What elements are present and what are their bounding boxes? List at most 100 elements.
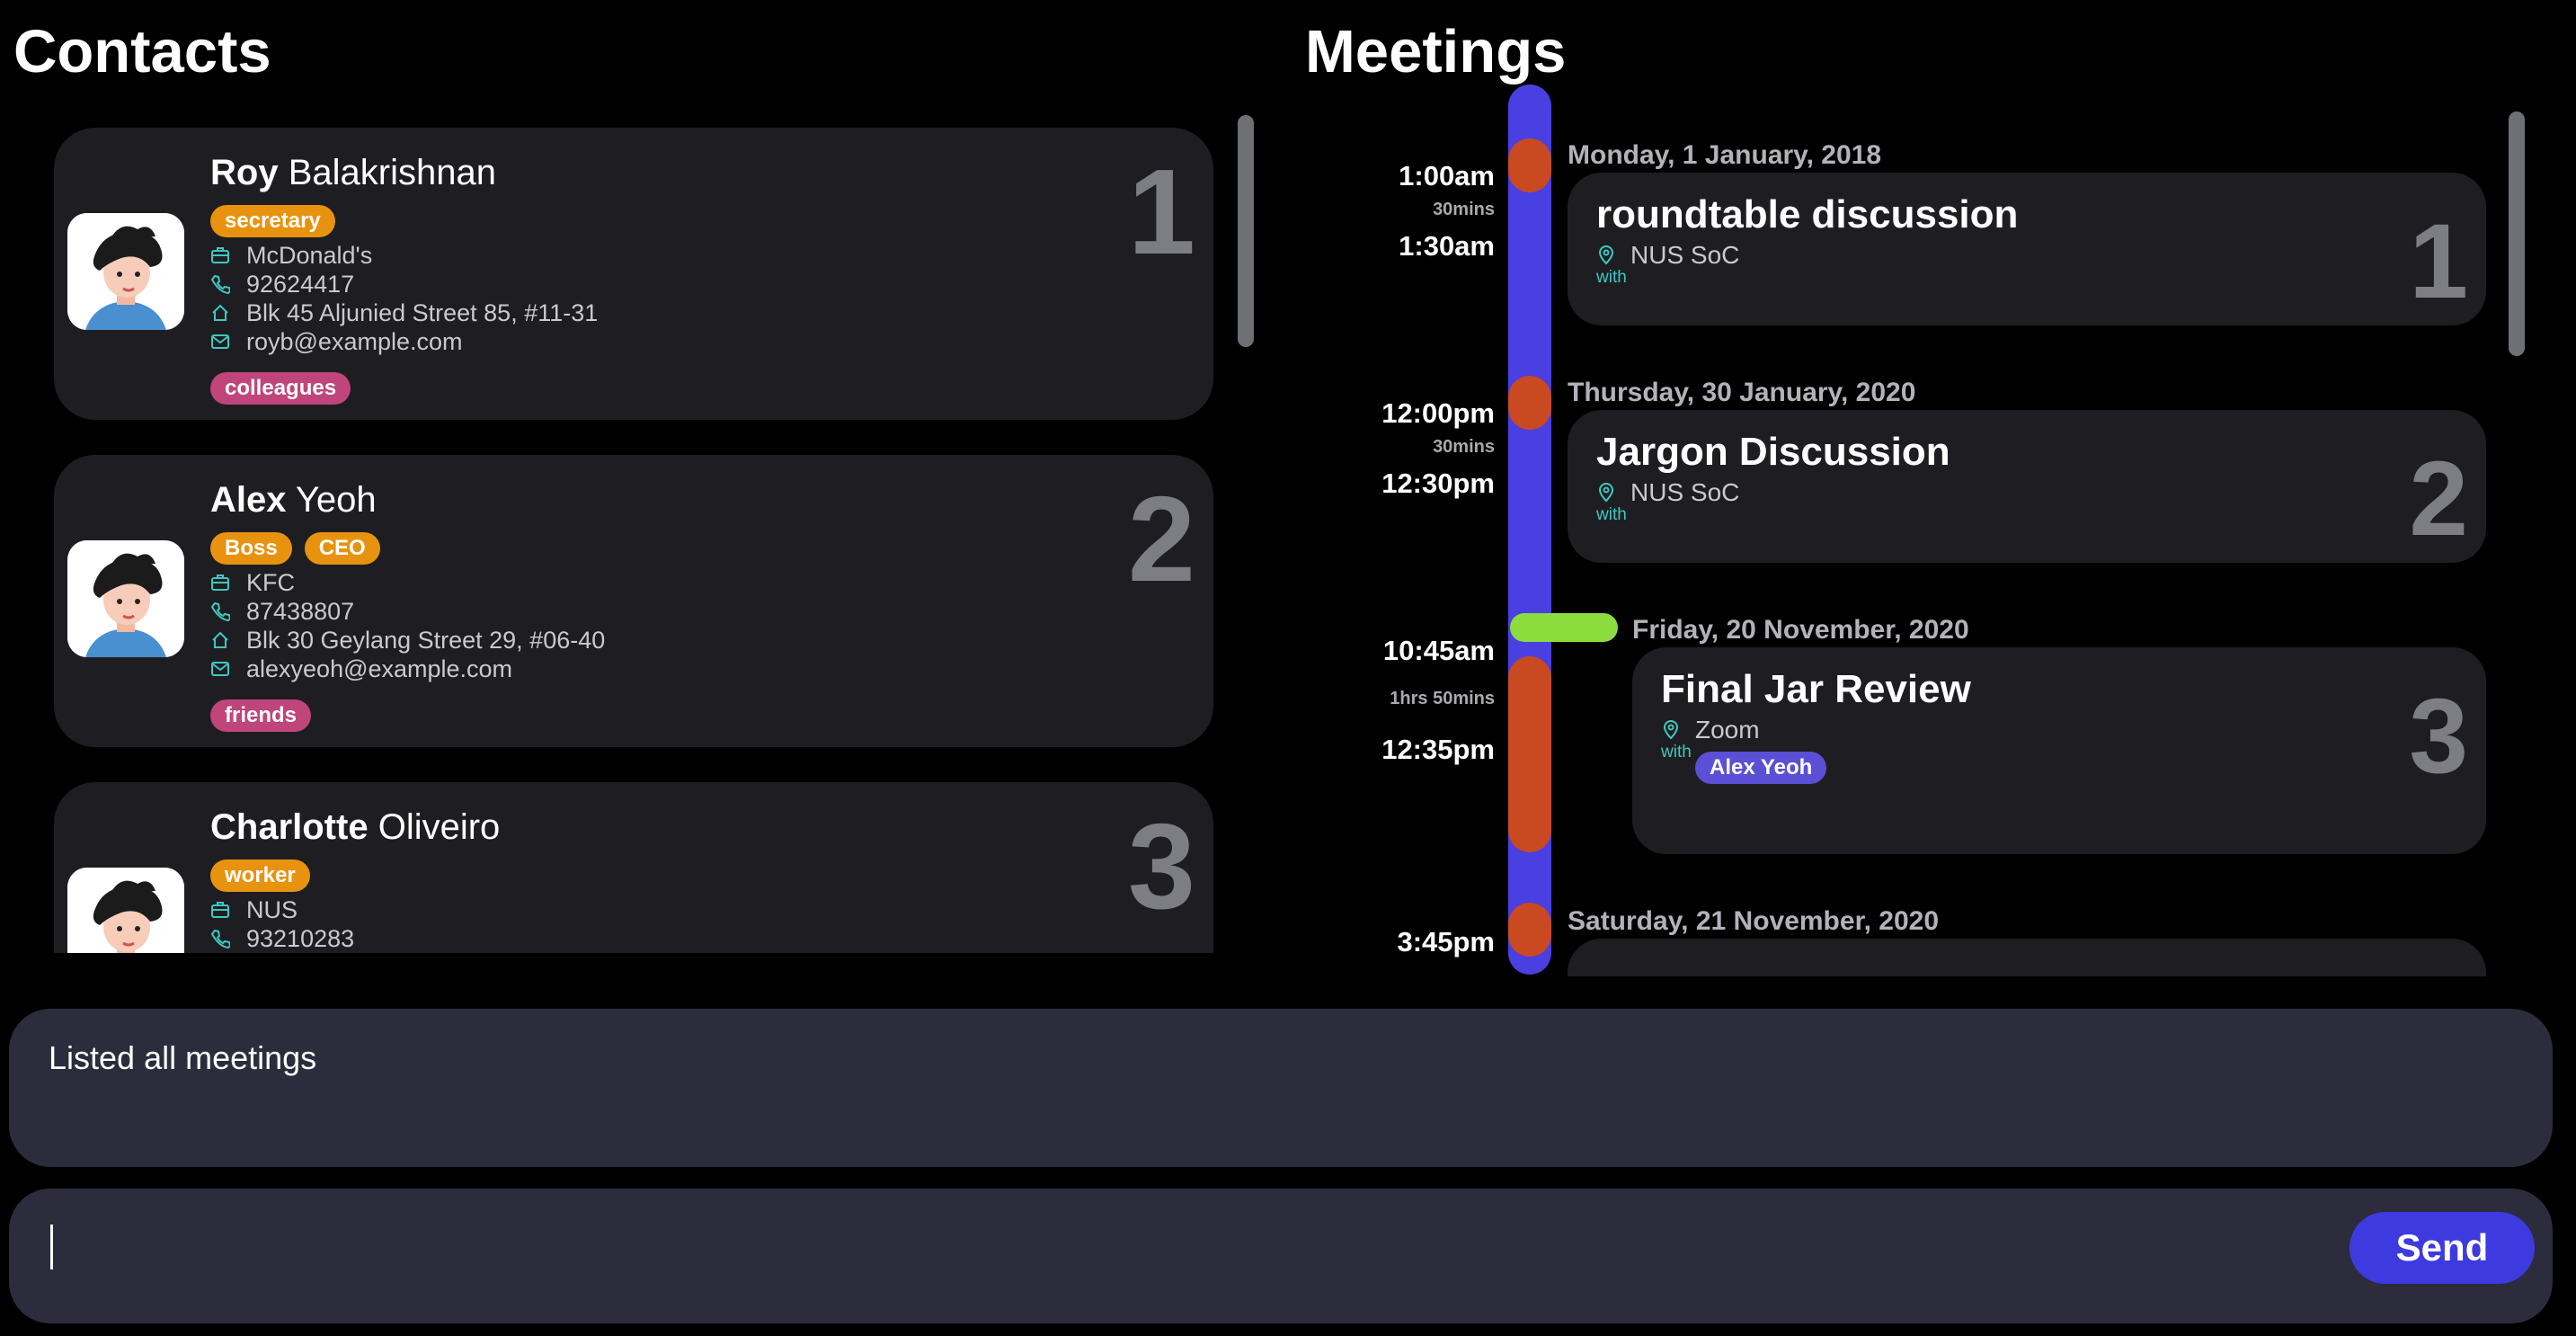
address-row: Blk 45 Aljunied Street 85, #11-31	[210, 298, 598, 327]
company-row: KFC	[210, 568, 605, 597]
mail-icon	[210, 332, 230, 352]
contact-index: 3	[1127, 798, 1195, 934]
meeting-card[interactable]: Final Jar Review Zoom with Alex Yeoh 3	[1632, 647, 2486, 854]
email-row: alexyeoh@example.com	[210, 655, 605, 683]
mail-icon	[210, 659, 230, 679]
meeting-title: Final Jar Review	[1661, 667, 1971, 711]
briefcase-icon	[210, 900, 230, 920]
meeting-end-time: 1:30am	[1399, 230, 1495, 262]
role-tag: CEO	[304, 532, 380, 565]
avatar	[67, 540, 184, 657]
send-button[interactable]: Send	[2349, 1212, 2535, 1284]
with-label: with	[1596, 268, 1627, 287]
contact-first-name: Roy	[210, 153, 279, 192]
meeting-end-time: 12:35pm	[1381, 734, 1495, 765]
meeting-card[interactable]: roundtable discussion NUS SoC with 1	[1568, 173, 2486, 325]
address-row: Blk 30 Geylang Street 29, #06-40	[210, 626, 605, 655]
contact-details: McDonald's 92624417 Blk 45 Aljunied Stre…	[210, 241, 598, 356]
meeting-date: Monday, 1 January, 2018	[1568, 140, 1882, 170]
role-tag: Boss	[210, 532, 292, 565]
role-tag: secretary	[210, 205, 335, 237]
email-row: royb@example.com	[210, 327, 598, 356]
command-box[interactable]: Send	[9, 1189, 2553, 1323]
phone-icon	[210, 929, 230, 949]
role-tag: worker	[210, 859, 310, 892]
contact-card[interactable]: Roy Balakrishnan secretary McDonald's 92…	[54, 128, 1213, 420]
contact-first-name: Alex	[210, 480, 287, 520]
group-tags: friends	[210, 699, 312, 732]
meeting-start-time: 3:45pm	[1397, 926, 1495, 957]
meeting-duration: 30mins	[1433, 437, 1495, 457]
contacts-scrollbar[interactable]	[1238, 115, 1254, 347]
timeline-marker	[1508, 656, 1551, 852]
timeline-marker	[1508, 903, 1551, 957]
meeting-date: Saturday, 21 November, 2020	[1568, 906, 1939, 936]
meeting-start-time: 10:45am	[1382, 635, 1495, 666]
meeting-title: roundtable discussion	[1596, 192, 2019, 236]
company-text: NUS	[246, 895, 298, 923]
meeting-index: 1	[2409, 202, 2468, 321]
meeting-date: Thursday, 30 January, 2020	[1568, 378, 1916, 407]
group-tags: colleagues	[210, 372, 351, 405]
email-text: alexyeoh@example.com	[246, 655, 513, 682]
meeting-card[interactable]	[1568, 939, 2486, 976]
phone-row: 93210283	[210, 924, 354, 953]
with-label: with	[1661, 743, 1692, 762]
meeting-list[interactable]: 1:00am 30mins 1:30am 12:00pm 30mins 12:3…	[1285, 81, 2544, 976]
timeline-now-marker	[1510, 613, 1618, 642]
meeting-start-time: 12:00pm	[1381, 397, 1495, 429]
group-tag: colleagues	[210, 372, 351, 405]
phone-text: 93210283	[246, 924, 355, 952]
contact-details: NUS 93210283	[210, 895, 354, 953]
group-tag: friends	[210, 699, 312, 732]
contact-details: KFC 87438807 Blk 30 Geylang Street 29, #…	[210, 568, 605, 683]
contact-name: Alex Yeoh	[210, 480, 377, 521]
meeting-date: Friday, 20 November, 2020	[1632, 615, 1969, 645]
phone-icon	[210, 274, 230, 294]
contact-last-name: Oliveiro	[378, 807, 501, 847]
text-caret	[50, 1225, 53, 1269]
contact-name: Charlotte Oliveiro	[210, 807, 500, 848]
contact-index: 2	[1127, 471, 1195, 607]
role-tags: worker	[210, 859, 310, 892]
contacts-title: Contacts	[13, 18, 271, 85]
company-text: KFC	[246, 568, 295, 596]
location-pin-icon	[1661, 720, 1681, 740]
meeting-location: NUS SoC	[1596, 478, 1739, 507]
contact-card[interactable]: Alex Yeoh Boss CEO KFC 87438807 Blk 30 G…	[54, 455, 1213, 747]
meeting-card[interactable]: Jargon Discussion NUS SoC with 2	[1568, 410, 2486, 563]
contact-index: 1	[1127, 144, 1195, 280]
contact-list[interactable]: Roy Balakrishnan secretary McDonald's 92…	[0, 117, 1267, 953]
avatar	[67, 213, 184, 330]
timeline-marker	[1508, 138, 1551, 192]
meeting-location: NUS SoC	[1596, 241, 1739, 270]
briefcase-icon	[210, 245, 230, 265]
phone-row: 87438807	[210, 597, 605, 626]
command-input[interactable]	[49, 1216, 2299, 1298]
meeting-duration: 1hrs 50mins	[1390, 689, 1495, 708]
location-pin-icon	[1596, 483, 1616, 503]
briefcase-icon	[210, 573, 230, 592]
role-tags: Boss CEO	[210, 532, 380, 565]
contact-last-name: Yeoh	[295, 480, 377, 520]
meeting-start-time: 1:00am	[1399, 160, 1495, 191]
company-text: McDonald's	[246, 241, 373, 269]
timeline-marker	[1508, 376, 1551, 430]
phone-icon	[210, 601, 230, 621]
phone-text: 92624417	[246, 270, 355, 298]
meeting-location: Zoom	[1661, 716, 1760, 744]
meeting-location-text: NUS SoC	[1630, 478, 1740, 506]
meeting-title: Jargon Discussion	[1596, 430, 1950, 474]
address-text: Blk 30 Geylang Street 29, #06-40	[246, 626, 606, 654]
contact-last-name: Balakrishnan	[288, 153, 496, 192]
phone-text: 87438807	[246, 597, 355, 625]
home-icon	[210, 303, 230, 323]
meeting-end-time: 12:30pm	[1381, 468, 1495, 499]
meeting-location-text: Zoom	[1695, 716, 1760, 744]
role-tags: secretary	[210, 205, 335, 237]
avatar	[67, 868, 184, 953]
location-pin-icon	[1596, 245, 1616, 265]
meetings-title: Meetings	[1305, 18, 1567, 85]
meetings-scrollbar[interactable]	[2509, 111, 2525, 356]
contact-card[interactable]: Charlotte Oliveiro worker NUS 93210283 3	[54, 782, 1213, 953]
